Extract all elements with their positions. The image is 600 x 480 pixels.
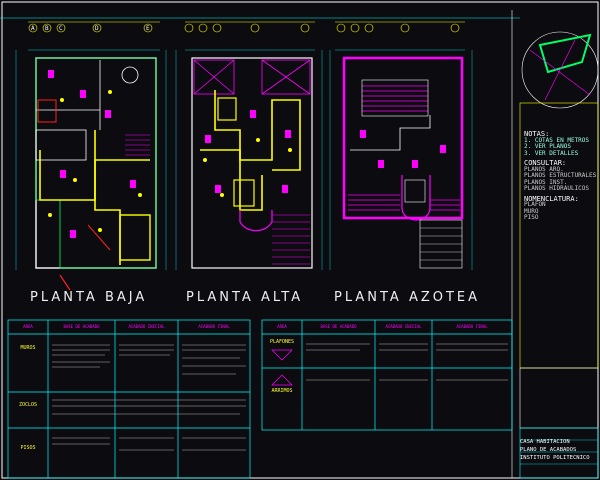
nomenclatura-line: PISO: [524, 214, 539, 221]
axis-label-d: D: [95, 25, 99, 32]
table-header-area: AREA: [23, 324, 33, 329]
axis-label-b: B: [45, 25, 49, 32]
cad-canvas[interactable]: [0, 0, 600, 480]
title-block-institution: INSTITUTO POLITECNICO: [520, 455, 590, 461]
finish-table-right[interactable]: [261, 319, 513, 431]
table-header-base: BASE DE ACABADO: [63, 324, 100, 329]
table-header-inicial: ACABADO INICIAL: [128, 324, 165, 329]
planta-baja-drawing[interactable]: [15, 21, 167, 291]
notes-panel: NOTAS: 1. COTAS EN METROS 2. VER PLANOS …: [524, 128, 600, 222]
axis-label-c: C: [59, 25, 63, 32]
table-text-lines: [52, 343, 508, 451]
planta-azotea-drawing[interactable]: [329, 21, 473, 270]
finish-table-left[interactable]: [7, 319, 251, 479]
table-header-final: ACABADO FINAL: [198, 324, 230, 329]
planta-alta-drawing[interactable]: [175, 21, 323, 270]
consultar-line: PLANOS HIDRAULICOS: [524, 185, 590, 192]
table-header-final: ACABADO FINAL: [456, 324, 488, 329]
table-area-pisos: PISOS: [20, 445, 36, 451]
table-header-base: BASE DE ACABADO: [320, 324, 357, 329]
table-area-zoclos: ZOCLOS: [18, 402, 38, 408]
note-line: 3. VER DETALLES: [524, 149, 579, 157]
axis-label-e: E: [146, 25, 150, 32]
table-header-inicial: ACABADO INICIAL: [385, 324, 422, 329]
sheet-border: [1, 1, 599, 479]
axis-label-a: A: [31, 25, 35, 32]
site-plan[interactable]: [511, 10, 599, 478]
stamp-frame: [519, 367, 599, 429]
title-block-sheet: PLANO DE ACABADOS: [520, 447, 577, 453]
plan-title-planta-azotea: PLANTA AZOTEA: [334, 290, 481, 305]
table-header-area: AREA: [277, 324, 287, 329]
plan-title-planta-baja: PLANTA BAJA: [30, 290, 148, 305]
title-block: CASA HABITACION PLANO DE ACABADOS INSTIT…: [520, 438, 600, 462]
table-area-plafones: PLAFONES: [269, 339, 295, 345]
table-area-muros: MUROS: [20, 345, 36, 351]
title-block-project: CASA HABITACION: [520, 439, 570, 445]
table-area-arrimos: ARRIMOS: [271, 388, 293, 394]
plan-title-planta-alta: PLANTA ALTA: [186, 290, 304, 305]
